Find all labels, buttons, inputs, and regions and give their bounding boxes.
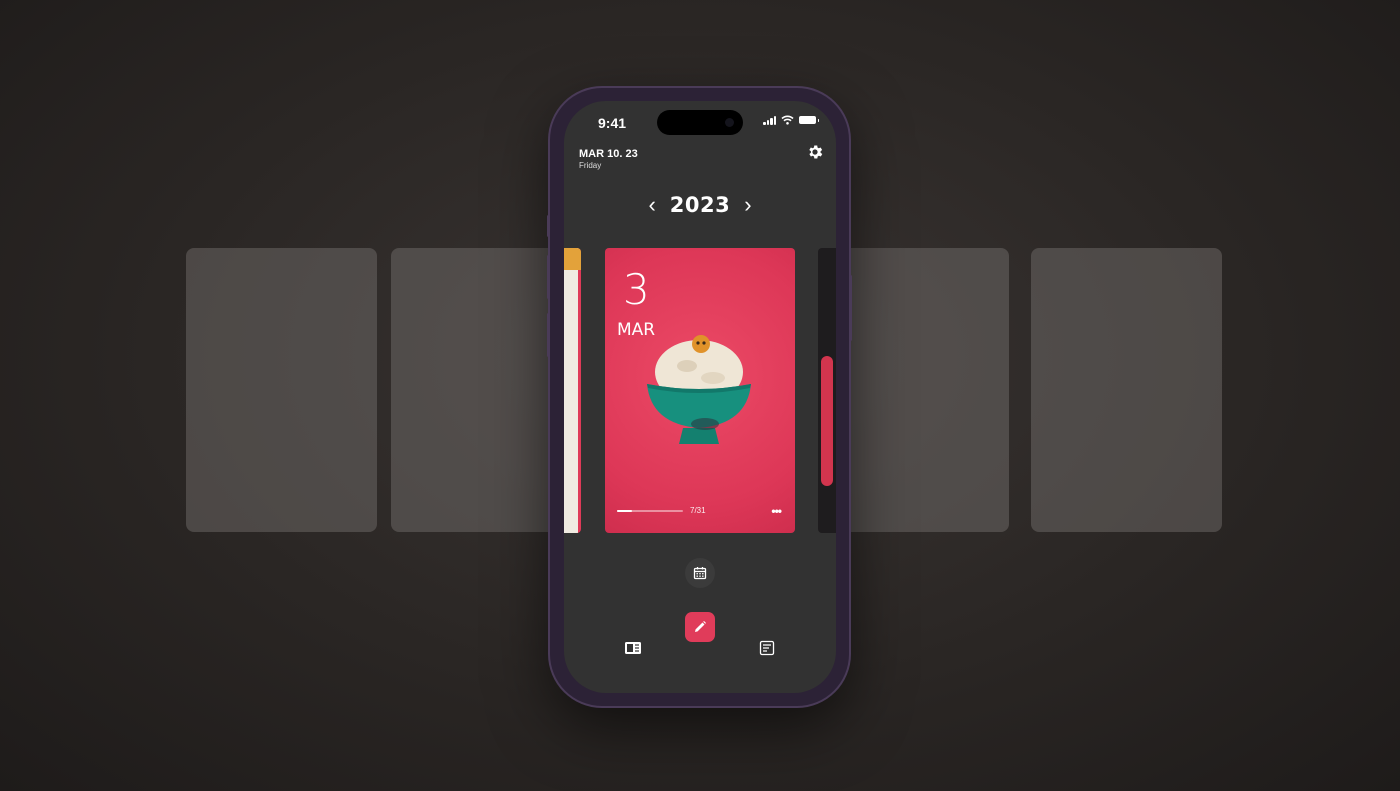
month-progress-fill [617,510,633,512]
month-card[interactable]: 3 MAR 7/31 ••• [605,248,795,533]
more-options-button[interactable]: ••• [771,504,782,518]
gear-icon[interactable] [806,143,824,161]
phone-screen: 9:41 MAR 10. 23 Friday ‹ 2023 › 3 MAR 7/… [564,101,836,693]
prev-year-button[interactable]: ‹ [648,194,655,216]
rice-bowl-illustration [647,335,751,444]
month-progress-bar [617,510,683,512]
calendar-icon [693,567,707,580]
next-month-card[interactable] [818,248,836,533]
header-date: MAR 10. 23 [579,148,638,160]
background-card-1 [186,248,377,532]
next-year-button[interactable]: › [744,194,751,216]
pencil-icon [695,621,706,632]
phone-power-button [849,275,852,341]
signal-icon [763,115,776,125]
year-navigator: ‹ 2023 › [564,193,836,217]
list-view-icon[interactable] [758,640,776,656]
calendar-button[interactable] [685,558,715,588]
camera-icon [725,118,734,127]
phone-side-button [547,215,550,237]
background-card-4 [1031,248,1222,532]
phone-volume-up [547,255,550,299]
previous-month-card[interactable] [564,248,581,533]
status-time: 9:41 [598,115,627,131]
gallery-view-icon[interactable] [624,640,642,656]
header-weekday: Friday [579,161,602,170]
year-label: 2023 [669,193,731,217]
dynamic-island [657,110,743,135]
battery-icon [799,116,819,124]
phone-volume-down [547,313,550,357]
month-progress-count: 7/31 [690,506,706,515]
wifi-icon [781,115,794,125]
card-day: 3 [623,265,650,314]
edit-button[interactable] [685,612,715,642]
status-icons [763,115,819,125]
